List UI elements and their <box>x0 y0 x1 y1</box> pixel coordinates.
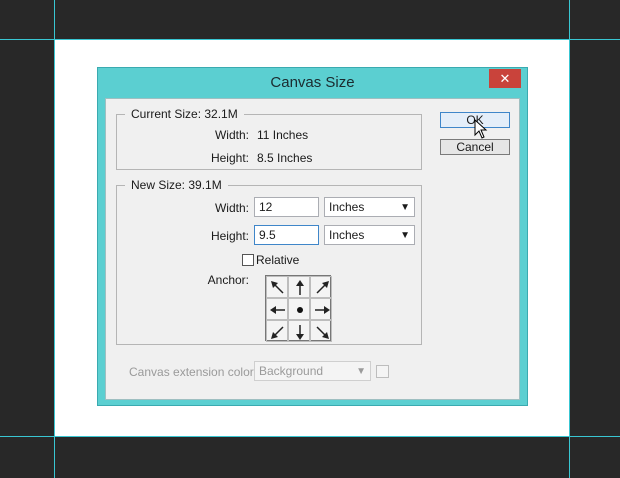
current-size-group: Current Size: 32.1M Width: 11 Inches Hei… <box>116 107 422 170</box>
extension-color-select[interactable]: Background ▼ <box>254 361 371 381</box>
relative-checkbox[interactable] <box>242 254 254 266</box>
current-width-value: 11 Inches <box>257 128 309 142</box>
anchor-bottom[interactable] <box>288 320 310 342</box>
mouse-cursor-icon <box>474 119 488 139</box>
width-unit-value: Inches <box>329 200 365 214</box>
height-input[interactable]: 9.5 <box>254 225 319 245</box>
chevron-down-icon: ▼ <box>356 366 366 377</box>
anchor-arrow-icon <box>270 306 285 314</box>
current-size-legend: Current Size: 32.1M <box>125 107 244 121</box>
anchor-grid <box>265 275 332 342</box>
anchor-top-right[interactable] <box>310 276 332 298</box>
new-size-legend: New Size: 39.1M <box>125 178 228 192</box>
new-height-label: Height: <box>210 229 249 243</box>
dialog-titlebar[interactable]: Canvas Size ✕ <box>98 68 527 95</box>
dialog-title: Canvas Size <box>270 74 355 91</box>
anchor-bottom-left[interactable] <box>266 320 288 342</box>
chevron-down-icon: ▼ <box>400 230 410 241</box>
guide-line-bottom <box>0 436 620 437</box>
extension-color-swatch[interactable] <box>376 365 389 378</box>
anchor-arrow-icon <box>296 280 304 295</box>
width-unit-select[interactable]: Inches ▼ <box>324 197 415 217</box>
anchor-arrow-icon <box>316 326 329 339</box>
chevron-down-icon: ▼ <box>400 202 410 213</box>
height-unit-value: Inches <box>329 228 365 242</box>
anchor-arrow-icon <box>271 326 284 339</box>
guide-line-right <box>569 0 570 478</box>
current-height-value: 8.5 Inches <box>257 151 313 165</box>
anchor-right[interactable] <box>310 298 332 320</box>
height-unit-select[interactable]: Inches ▼ <box>324 225 415 245</box>
extension-color-value: Background <box>259 364 324 378</box>
cancel-button[interactable]: Cancel <box>440 139 510 155</box>
extension-color-label: Canvas extension color: <box>129 365 258 379</box>
anchor-center[interactable] <box>288 298 310 320</box>
anchor-bottom-right[interactable] <box>310 320 332 342</box>
anchor-arrow-icon <box>271 281 284 294</box>
anchor-arrow-icon <box>296 325 304 340</box>
width-input[interactable]: 12 <box>254 197 319 217</box>
anchor-top[interactable] <box>288 276 310 298</box>
anchor-label: Anchor: <box>207 273 249 287</box>
anchor-arrow-icon <box>315 306 330 314</box>
anchor-center-dot-icon <box>297 307 303 313</box>
close-button[interactable]: ✕ <box>489 69 521 88</box>
anchor-arrow-icon <box>316 281 329 294</box>
anchor-top-left[interactable] <box>266 276 288 298</box>
canvas-size-dialog: Canvas Size ✕ Current Size: 32.1M Width:… <box>97 67 528 406</box>
new-width-label: Width: <box>214 201 249 215</box>
close-icon: ✕ <box>499 71 511 86</box>
dialog-body: Current Size: 32.1M Width: 11 Inches Hei… <box>105 98 520 400</box>
anchor-left[interactable] <box>266 298 288 320</box>
current-width-label: Width: <box>214 128 249 142</box>
current-height-label: Height: <box>210 151 249 165</box>
relative-label[interactable]: Relative <box>256 253 299 267</box>
